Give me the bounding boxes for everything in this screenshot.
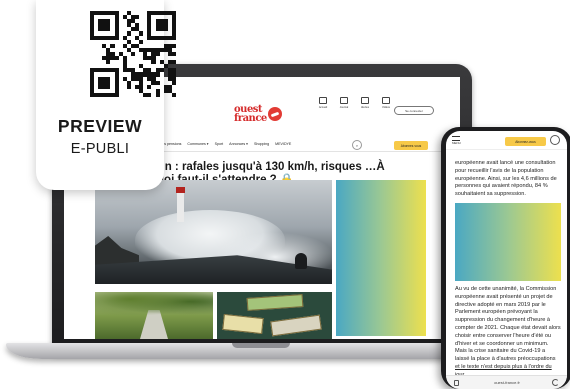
utility-icons: Accueil Journal Alertes Vidéos: [316, 97, 393, 109]
subscribe-button[interactable]: Abonnez-vous: [394, 141, 428, 150]
menu-button[interactable]: MENU: [452, 136, 464, 145]
util-label: Alertes: [360, 106, 370, 109]
article-paragraph: Au vu de cette unanimité, la Commission …: [455, 286, 561, 380]
phone-ad-banner[interactable]: [455, 203, 561, 281]
article-thumbnail-road[interactable]: [95, 292, 213, 339]
util-label: Journal: [339, 106, 349, 109]
user-icon[interactable]: [550, 135, 560, 145]
preview-card: PREVIEW E-PUBLI: [36, 0, 176, 190]
protest-sign: [246, 294, 304, 311]
site-logo[interactable]: ouest france: [232, 103, 290, 135]
util-videos[interactable]: Vidéos: [379, 97, 393, 109]
phone-screen: MENU Abonnez-vous européenne avait lancé…: [446, 131, 567, 389]
browser-bottom-bar: ouest-france.fr: [446, 375, 567, 389]
menu-icon: [452, 136, 460, 141]
phone-topbar: MENU Abonnez-vous: [446, 131, 567, 150]
nav-items: Vos pensions Communes ▾ Sport Annonces ▾…: [160, 142, 291, 146]
article-thumbnail-protest[interactable]: [217, 292, 332, 339]
reload-icon[interactable]: [552, 379, 559, 386]
nav-item[interactable]: Annonces ▾: [229, 142, 248, 146]
menu-label: MENU: [452, 141, 461, 145]
qr-module: [171, 92, 176, 97]
home-icon: [319, 97, 327, 104]
person-silhouette: [295, 253, 307, 269]
logo-wordmark: ouest france: [234, 105, 267, 124]
journal-icon: [340, 97, 348, 104]
util-alerts[interactable]: Alertes: [358, 97, 372, 109]
paragraph-text: Au vu de cette unanimité, la Commission …: [455, 286, 561, 363]
play-icon: [382, 97, 390, 104]
text-size-icon[interactable]: [454, 380, 459, 386]
mockup-stage: ouest france Accueil Journal Alertes Vid…: [0, 0, 570, 389]
connect-button[interactable]: Se connecter: [394, 106, 434, 115]
nav-item[interactable]: Communes ▾: [187, 142, 208, 146]
util-home[interactable]: Accueil: [316, 97, 330, 109]
bell-icon: [361, 97, 369, 104]
preview-subtitle: E-PUBLI: [70, 141, 130, 157]
util-label: Vidéos: [382, 106, 390, 109]
laptop-notch: [232, 343, 290, 348]
util-journal[interactable]: Journal: [337, 97, 351, 109]
article-paragraph: européenne avait lancé une consultation …: [455, 160, 557, 198]
util-label: Accueil: [318, 106, 328, 109]
logo-line-2: france: [234, 113, 267, 124]
url-bar[interactable]: ouest-france.fr: [482, 380, 532, 385]
qr-code[interactable]: [90, 11, 176, 97]
nav-item[interactable]: Sport: [215, 142, 224, 146]
hero-storm-photo[interactable]: [95, 180, 332, 284]
lighthouse-shape: [176, 187, 185, 222]
protest-sign: [270, 314, 322, 337]
nav-item[interactable]: MEVIDYE: [275, 142, 291, 146]
preview-title: PREVIEW: [57, 116, 143, 136]
phone-subscribe-button[interactable]: Abonnez-vous: [505, 137, 546, 146]
nav-item[interactable]: Shopping: [254, 142, 269, 146]
protest-sign: [222, 313, 264, 335]
ad-banner[interactable]: [336, 180, 426, 336]
logo-mark-icon: [268, 107, 282, 121]
search-icon[interactable]: ⌕: [352, 140, 362, 150]
